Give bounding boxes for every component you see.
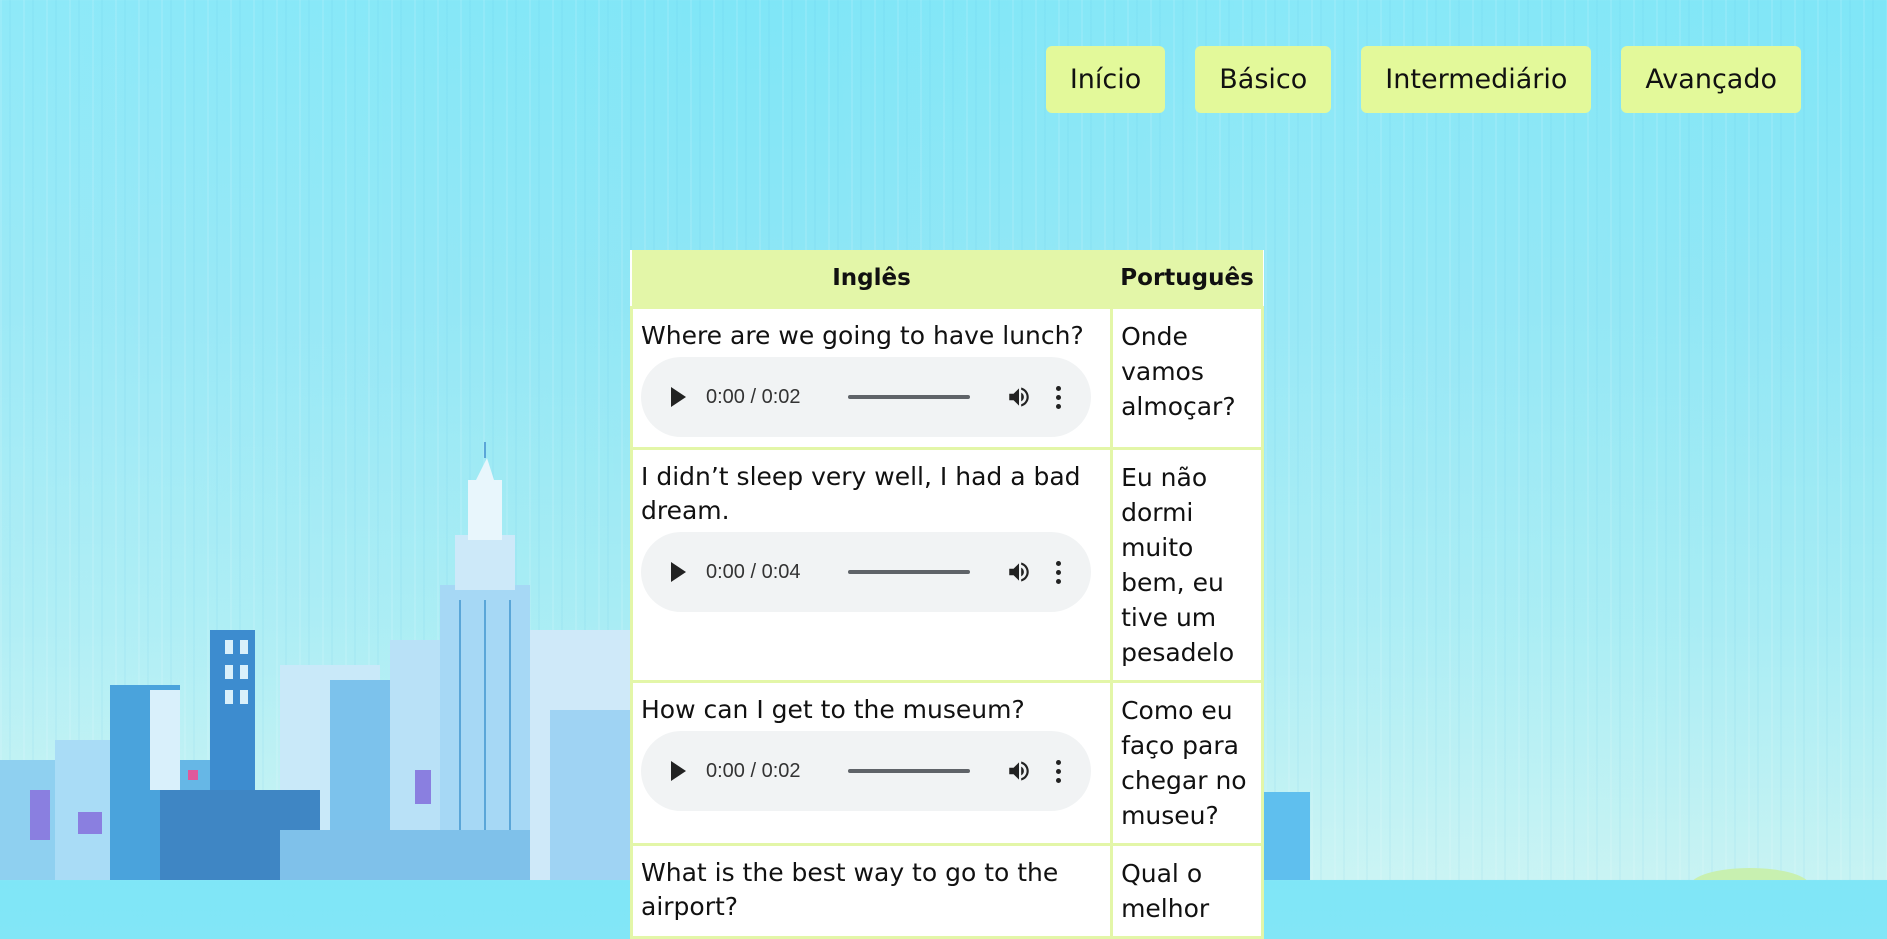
audio-player[interactable]: 0:00 / 0:02 — [641, 357, 1091, 437]
phrases-table: Inglês Português Where are we going to h… — [629, 250, 1264, 939]
more-options-icon[interactable] — [1056, 560, 1061, 584]
portuguese-cell: Eu não dormi muito bem, eu tive um pesad… — [1110, 447, 1264, 683]
nav-basico-button[interactable]: Básico — [1195, 46, 1332, 113]
volume-icon[interactable] — [1006, 559, 1032, 585]
nav-avancado-button[interactable]: Avançado — [1621, 46, 1801, 113]
volume-icon[interactable] — [1006, 384, 1032, 410]
audio-player[interactable]: 0:00 / 0:02 — [641, 731, 1091, 811]
english-cell: What is the best way to go to the airpor… — [629, 843, 1114, 939]
portuguese-cell: Como eu faço para chegar no museu? — [1110, 680, 1264, 846]
audio-time: 0:00 / 0:04 — [706, 560, 801, 583]
english-phrase: Where are we going to have lunch? — [641, 321, 1084, 350]
audio-progress-slider[interactable] — [848, 769, 970, 773]
audio-progress-slider[interactable] — [848, 395, 970, 399]
table-row: How can I get to the museum? 0:00 / 0:02… — [629, 680, 1264, 846]
english-cell: Where are we going to have lunch? 0:00 /… — [629, 306, 1114, 450]
english-phrase: How can I get to the museum? — [641, 695, 1025, 724]
play-icon[interactable] — [671, 387, 686, 407]
english-phrase: I didn’t sleep very well, I had a bad dr… — [641, 462, 1081, 525]
play-icon[interactable] — [671, 562, 686, 582]
english-cell: How can I get to the museum? 0:00 / 0:02 — [629, 680, 1114, 846]
english-cell: I didn’t sleep very well, I had a bad dr… — [629, 447, 1114, 683]
more-options-icon[interactable] — [1056, 759, 1061, 783]
table-row: Where are we going to have lunch? 0:00 /… — [629, 306, 1264, 450]
volume-icon[interactable] — [1006, 758, 1032, 784]
more-options-icon[interactable] — [1056, 385, 1061, 409]
table-header-row: Inglês Português — [631, 250, 1263, 308]
portuguese-cell: Qual o melhor — [1110, 843, 1264, 939]
nav-inicio-button[interactable]: Início — [1045, 46, 1166, 113]
audio-time: 0:00 / 0:02 — [706, 385, 801, 408]
header-portuguese: Português — [1111, 250, 1263, 308]
audio-time: 0:00 / 0:02 — [706, 759, 801, 782]
phrases-table-container: Inglês Português Where are we going to h… — [629, 250, 1264, 939]
english-phrase: What is the best way to go to the airpor… — [641, 858, 1059, 921]
table-row: I didn’t sleep very well, I had a bad dr… — [629, 447, 1264, 683]
audio-progress-slider[interactable] — [848, 570, 970, 574]
main-nav: Início Básico Intermediário Avançado — [1045, 46, 1801, 113]
header-english: Inglês — [631, 250, 1112, 308]
nav-intermediario-button[interactable]: Intermediário — [1361, 46, 1592, 113]
portuguese-cell: Onde vamos almoçar? — [1110, 306, 1264, 450]
table-row: What is the best way to go to the airpor… — [629, 843, 1264, 939]
audio-player[interactable]: 0:00 / 0:04 — [641, 532, 1091, 612]
play-icon[interactable] — [671, 761, 686, 781]
